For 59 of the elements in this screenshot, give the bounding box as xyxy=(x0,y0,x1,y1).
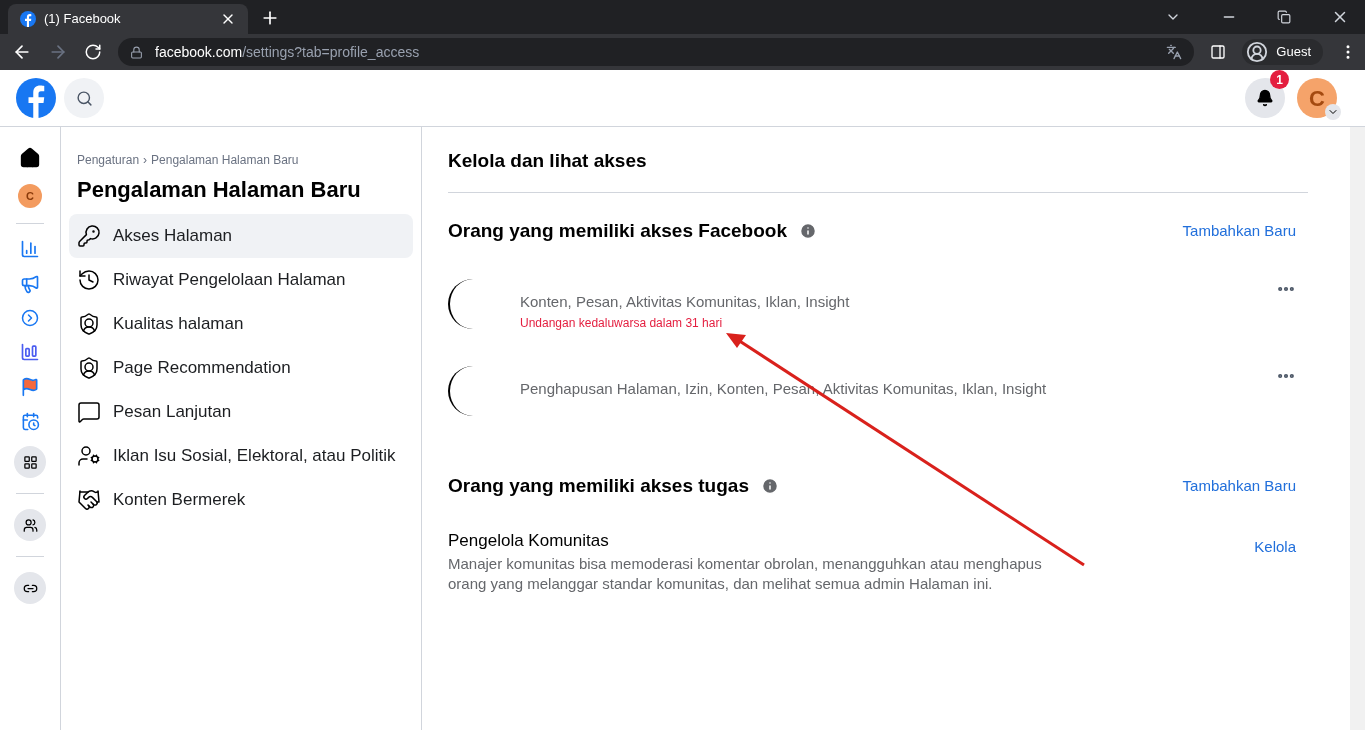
flag-icon[interactable] xyxy=(20,377,40,397)
section-title: Kelola dan lihat akses xyxy=(448,147,1308,193)
url-text: facebook.com/settings?tab=profile_access xyxy=(155,42,421,62)
reload-icon[interactable] xyxy=(84,43,102,61)
browser-tab[interactable]: (1) Facebook xyxy=(8,4,248,34)
add-new-link[interactable]: Tambahkan Baru xyxy=(1182,219,1296,242)
people-icon xyxy=(22,517,38,533)
sidebar-item[interactable]: Konten Bermerek xyxy=(69,478,413,522)
shield-person-icon xyxy=(77,312,101,336)
invitation-expiry-text: Undangan kedaluwarsa dalam 31 hari xyxy=(520,314,724,332)
handshake-icon xyxy=(77,488,101,512)
profile-button[interactable]: Guest xyxy=(1242,39,1323,65)
page-avatar[interactable]: C xyxy=(18,184,42,208)
section-heading: Orang yang memiliki akses tugas xyxy=(448,473,749,498)
search-icon xyxy=(75,89,93,107)
breadcrumb-current: Pengalaman Halaman Baru xyxy=(151,152,299,169)
sidebar-item[interactable]: Kualitas halaman xyxy=(69,302,413,346)
groups-button[interactable] xyxy=(14,509,46,541)
permissions-text: Konten, Pesan, Aktivitas Komunitas, Iklan, Insight xyxy=(520,292,851,312)
role-title: Pengelola Komunitas xyxy=(448,530,610,552)
facebook-logo-icon xyxy=(20,11,36,27)
person-gear-icon xyxy=(77,444,101,468)
manage-link[interactable]: Kelola xyxy=(1254,536,1296,559)
grid-icon xyxy=(22,454,38,470)
apps-button[interactable] xyxy=(14,446,46,478)
role-description: Manajer komunitas bisa memoderasi komentar obrolan, menangguhkan atau menghapus orang yang melanggar standar komunitas, dan melihat semua admin Halaman ini. xyxy=(448,553,1043,594)
sidebar-item[interactable]: Akses Halaman xyxy=(69,214,413,258)
address-bar[interactable]: facebook.com/settings?tab=profile_access xyxy=(118,38,1195,66)
calendar-clock-icon[interactable] xyxy=(20,412,40,431)
restore-icon[interactable] xyxy=(1277,10,1291,24)
home-icon[interactable] xyxy=(19,147,41,169)
key-icon xyxy=(77,224,101,248)
megaphone-icon[interactable] xyxy=(20,274,40,294)
search-button[interactable] xyxy=(64,78,104,118)
breadcrumb-separator: › xyxy=(143,152,148,169)
notification-badge: 1 xyxy=(1270,70,1289,89)
side-panel-icon[interactable] xyxy=(1210,44,1227,60)
breadcrumb-link[interactable]: Pengaturan xyxy=(77,151,140,169)
bar-chart-icon[interactable] xyxy=(20,239,40,259)
section-heading: Orang yang memiliki akses Facebook xyxy=(448,218,787,243)
lock-icon xyxy=(130,45,143,59)
profile-icon xyxy=(1246,41,1269,63)
info-icon[interactable] xyxy=(760,476,779,495)
sidebar-title: Pengalaman Halaman Baru xyxy=(76,176,362,204)
info-icon[interactable] xyxy=(799,221,817,240)
shield-person-icon xyxy=(77,356,101,380)
facebook-logo-icon[interactable] xyxy=(16,78,56,118)
chart-tile-icon[interactable] xyxy=(20,342,40,362)
bell-icon xyxy=(1256,89,1274,107)
sidebar-item[interactable]: Page Recommendation xyxy=(69,346,413,390)
sidebar-item[interactable]: Riwayat Pengelolaan Halaman xyxy=(69,258,413,302)
history-icon xyxy=(77,268,101,292)
sidebar-item[interactable]: Pesan Lanjutan xyxy=(69,390,413,434)
sidebar-item[interactable]: Iklan Isu Sosial, Elektoral, atau Politik xyxy=(69,434,413,478)
tab-title: (1) Facebook xyxy=(44,10,122,29)
speech-bubble-icon xyxy=(77,400,101,424)
add-new-link[interactable]: Tambahkan Baru xyxy=(1182,474,1296,497)
link-button[interactable] xyxy=(14,572,46,604)
translate-icon[interactable] xyxy=(1166,44,1183,60)
